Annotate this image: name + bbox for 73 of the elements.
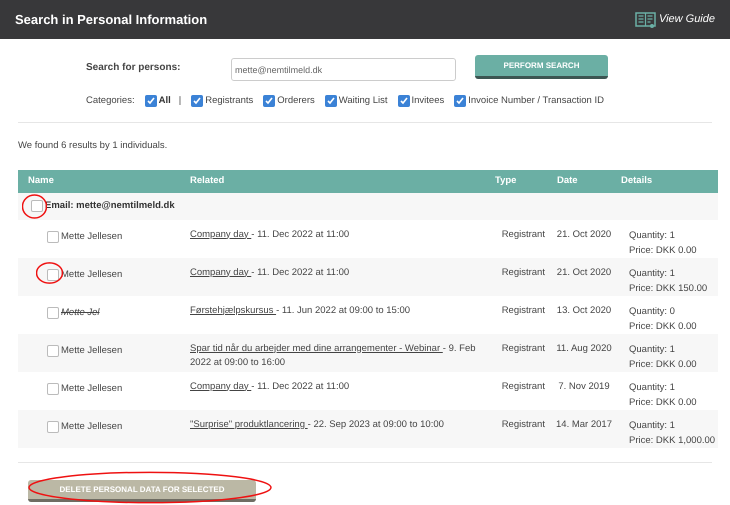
category-label: All xyxy=(158,94,171,108)
guide-book-icon xyxy=(634,12,656,28)
date-cell-text: 21. Oct 2020 xyxy=(556,266,612,280)
search-field[interactable]: mette@nemtilmeld.dk xyxy=(231,58,456,81)
related-event: Company day - 11. Dec 2022 at 11:00 xyxy=(190,266,350,280)
quantity-text: Quantity: 1 xyxy=(629,418,676,432)
quantity-text: Quantity: 0 xyxy=(629,304,676,318)
separator: | xyxy=(178,94,182,108)
event-link[interactable]: Company day xyxy=(190,228,252,240)
category-label: Invitees xyxy=(412,94,444,108)
person-name: Mette Jel xyxy=(61,306,100,320)
price-text: Price: DKK 0.00 xyxy=(629,358,697,372)
quantity-text: Quantity: 1 xyxy=(629,380,676,394)
quantity-text: Quantity: 1 xyxy=(629,266,676,280)
type-cell-text: Registrant xyxy=(500,228,545,242)
checkbox[interactable] xyxy=(47,268,59,281)
view-guide-link[interactable]: View Guide xyxy=(634,11,715,28)
checkbox[interactable] xyxy=(47,420,59,433)
related-event: "Surprise" produktlancering - 22. Sep 2023 at 09:00 to 10:00 xyxy=(190,418,445,432)
price-text: Price: DKK 0.00 xyxy=(629,320,697,334)
date-cell-text: 7. Nov 2019 xyxy=(557,380,611,394)
event-link[interactable]: "Surprise" produktlancering xyxy=(190,418,308,430)
checkbox[interactable] xyxy=(454,95,466,108)
checkbox[interactable] xyxy=(398,95,410,108)
event-link[interactable]: Company day xyxy=(190,266,252,278)
column-header: Type xyxy=(494,174,518,188)
date-cell-text: 11. Aug 2020 xyxy=(555,342,613,356)
related-event: Company day - 11. Dec 2022 at 11:00 xyxy=(190,380,350,394)
type-cell-text: Registrant xyxy=(500,304,545,318)
checkbox[interactable] xyxy=(47,230,59,243)
categories-label: Categories: xyxy=(86,94,135,108)
checkbox[interactable] xyxy=(263,95,276,108)
category-label: Invoice Number / Transaction ID xyxy=(468,94,604,108)
checkbox[interactable] xyxy=(47,306,59,319)
event-link[interactable]: Førstehjælpskursus xyxy=(190,304,276,316)
category-label: Orderers xyxy=(277,94,315,108)
checkbox[interactable] xyxy=(191,95,204,108)
type-cell-text: Registrant xyxy=(500,380,545,394)
page-title: Search in Personal Information xyxy=(15,10,208,29)
quantity-text: Quantity: 1 xyxy=(629,228,676,242)
column-header: Related xyxy=(190,174,226,188)
category-label: Waiting List xyxy=(338,94,388,108)
date-cell-text: 13. Oct 2020 xyxy=(556,304,612,318)
person-name: Mette Jellesen xyxy=(61,344,122,358)
date-cell-text: 21. Oct 2020 xyxy=(556,228,612,242)
checkbox[interactable] xyxy=(31,200,43,212)
checkbox[interactable] xyxy=(144,95,157,108)
event-link[interactable]: Company day xyxy=(190,380,252,392)
column-header: Details xyxy=(620,174,652,188)
person-name: Mette Jellesen xyxy=(61,382,122,396)
price-text: Price: DKK 150.00 xyxy=(629,282,708,296)
price-text: Price: DKK 1,000.00 xyxy=(629,434,716,448)
person-name: Mette Jellesen xyxy=(61,420,122,434)
type-cell-text: Registrant xyxy=(500,342,545,356)
results-summary: We found 6 results by 1 individuals. xyxy=(18,139,168,154)
type-cell-text: Registrant xyxy=(500,266,545,280)
checkbox[interactable] xyxy=(47,344,59,357)
related-event: Spar tid når du arbejder med dine arrangementer - Webinar - 9. Feb 2022 at 09:00 to 16:00 xyxy=(190,342,477,370)
related-event: Company day - 11. Dec 2022 at 11:00 xyxy=(190,228,350,242)
price-text: Price: DKK 0.00 xyxy=(629,396,697,410)
person-name: Mette Jellesen xyxy=(61,230,122,244)
event-link[interactable]: Spar tid når du arbejder med dine arrangementer - Webinar xyxy=(190,342,443,354)
type-cell-text: Registrant xyxy=(500,418,545,432)
checkbox[interactable] xyxy=(324,95,337,108)
column-header: Date xyxy=(556,174,579,188)
search-label: Search for persons: xyxy=(86,61,182,75)
price-text: Price: DKK 0.00 xyxy=(629,244,697,258)
related-event: Førstehjælpskursus - 11. Jun 2022 at 09:00 to 15:00 xyxy=(190,304,412,318)
category-label: Registrants xyxy=(205,94,254,108)
column-header: Name xyxy=(27,174,55,188)
date-cell-text: 14. Mar 2017 xyxy=(555,418,613,432)
quantity-text: Quantity: 1 xyxy=(629,342,676,356)
checkbox[interactable] xyxy=(47,382,59,395)
